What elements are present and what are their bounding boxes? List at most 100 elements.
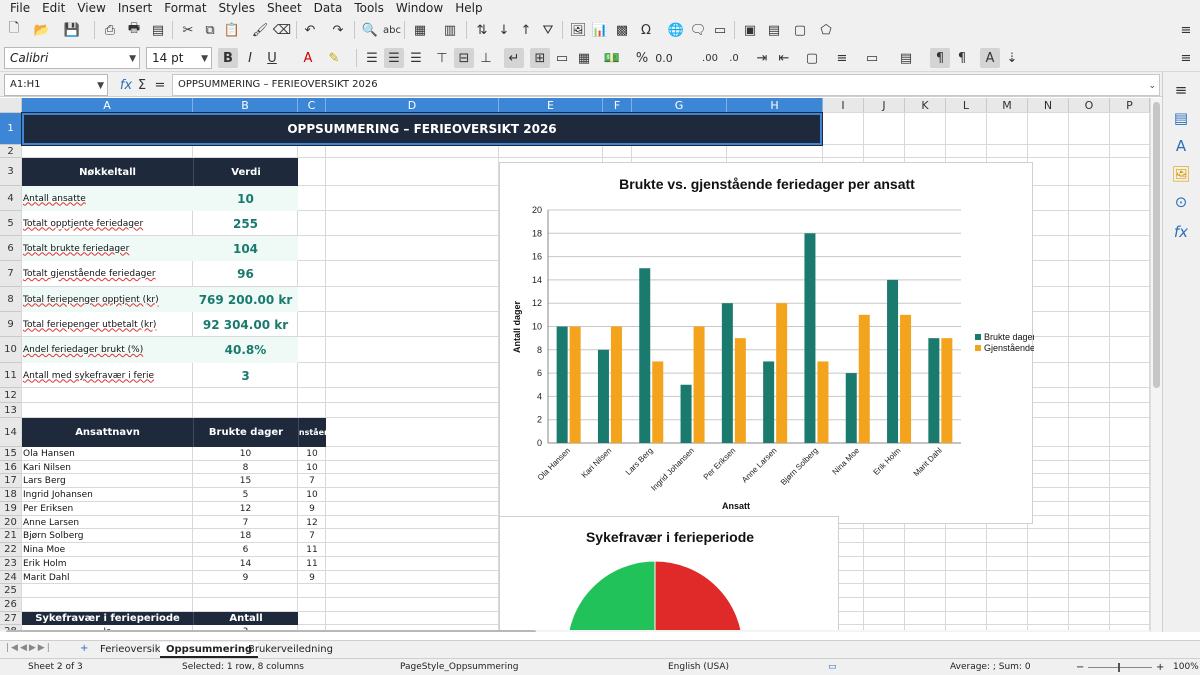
emp-name[interactable]: Per Eriksen [22, 502, 193, 516]
align-left-icon[interactable]: ☰ [362, 48, 382, 68]
zoom-out-icon[interactable]: − [1076, 662, 1084, 673]
new-document-icon[interactable]: 🗋 [4, 20, 24, 40]
column-header-g[interactable]: G [632, 98, 727, 113]
chevron-down-icon[interactable]: ▼ [97, 76, 104, 96]
column-header-j[interactable]: J [864, 98, 905, 113]
menu-item-insert[interactable]: Insert [112, 0, 158, 17]
define-print-area-icon[interactable]: ▣ [740, 20, 760, 40]
freeze-rows-columns-icon[interactable]: ▤ [764, 20, 784, 40]
menu-hamburger-icon[interactable]: ≡ [1176, 20, 1196, 40]
row-header-24[interactable]: 24 [0, 571, 22, 584]
tab-brukerveiledning[interactable]: Brukerveiledning [242, 642, 339, 658]
delete-decimal-icon[interactable]: .0 [724, 48, 744, 68]
spelling-icon[interactable]: abc [382, 20, 402, 40]
font-name-box[interactable]: Calibri ▼ [4, 47, 140, 69]
emp-remaining[interactable]: 7 [298, 474, 326, 488]
hamburger-icon[interactable]: ≡ [1171, 80, 1191, 100]
export-pdf-icon[interactable]: ⎙ [100, 20, 120, 40]
conditional-format-icon[interactable]: ▤ [896, 48, 916, 68]
menu-item-help[interactable]: Help [449, 0, 488, 17]
find-replace-icon[interactable]: 🔍 [360, 20, 380, 40]
row-header-12[interactable]: 12 [0, 388, 22, 403]
row-header-2[interactable]: 2 [0, 145, 22, 158]
align-bottom-icon[interactable]: ⊥ [476, 48, 496, 68]
menu-item-file[interactable]: File [4, 0, 36, 17]
row-header-7[interactable]: 7 [0, 261, 22, 287]
row-header-18[interactable]: 18 [0, 488, 22, 502]
kpi-value[interactable]: 96 [193, 261, 298, 287]
selection-mode-icon[interactable]: ▭ [828, 662, 837, 672]
page-style[interactable]: PageStyle_Oppsummering [400, 662, 519, 672]
column-header-f[interactable]: F [603, 98, 632, 113]
comment-icon[interactable]: 🗨 [688, 20, 708, 40]
gallery-icon[interactable]: 🖼 [1171, 164, 1191, 184]
merge-center-icon[interactable]: ⊞ [530, 48, 550, 68]
kpi-value[interactable]: 92 304.00 kr [193, 312, 298, 337]
font-color-icon[interactable]: A [298, 48, 318, 68]
menu-hamburger-icon[interactable]: ≡ [1176, 48, 1196, 68]
borders-icon[interactable]: ▢ [802, 48, 822, 68]
chevron-down-icon[interactable]: ▼ [201, 49, 208, 69]
kpi-label[interactable]: Antall med sykefravær i ferie [22, 363, 193, 388]
print-preview-icon[interactable]: ▤ [148, 20, 168, 40]
sort-ascending-icon[interactable]: ↓ [494, 20, 514, 40]
chevron-down-icon[interactable]: ▼ [129, 49, 136, 69]
bold-icon[interactable]: B [218, 48, 238, 68]
sick-header-label[interactable]: Sykefravær i ferieperiode [22, 612, 193, 625]
row-header-22[interactable]: 22 [0, 543, 22, 557]
emp-name[interactable]: Erik Holm [22, 557, 193, 571]
column-header-a[interactable]: A [22, 98, 193, 113]
split-window-icon[interactable]: ▢ [790, 20, 810, 40]
number-format-icon[interactable]: 0.0 [654, 48, 674, 68]
row-header-26[interactable]: 26 [0, 598, 22, 612]
save-icon[interactable]: 💾 [62, 20, 82, 40]
menu-item-data[interactable]: Data [308, 0, 349, 17]
column-header-h[interactable]: H [727, 98, 823, 113]
column-header-b[interactable]: B [193, 98, 298, 113]
headers-footers-icon[interactable]: ▭ [710, 20, 730, 40]
row-header-6[interactable]: 6 [0, 236, 22, 261]
font-size-box[interactable]: 14 pt ▼ [146, 47, 212, 69]
row-header-27[interactable]: 27 [0, 612, 22, 625]
cut-icon[interactable]: ✂ [178, 20, 198, 40]
paste-icon[interactable]: 📋 [222, 20, 242, 40]
row-header-15[interactable]: 15 [0, 447, 22, 461]
horizontal-scroll-thumb[interactable] [6, 630, 536, 632]
kpi-label[interactable]: Andel feriedager brukt (%) [22, 337, 193, 363]
emp-used[interactable]: 18 [193, 529, 298, 543]
kpi-label[interactable]: Total feriepenger utbetalt (kr) [22, 312, 193, 337]
column-header-p[interactable]: P [1110, 98, 1150, 113]
text-vertical-icon[interactable]: A [980, 48, 1000, 68]
emp-header-used[interactable]: Brukte dager [193, 418, 298, 447]
unmerge-cells-icon[interactable]: ▦ [574, 48, 594, 68]
italic-icon[interactable]: I [240, 48, 260, 68]
add-sheet-icon[interactable]: + [80, 643, 88, 654]
tab-navigation-arrows[interactable]: |◀◀▶▶| [6, 643, 66, 657]
spreadsheet-grid[interactable]: ABCDEFGHIJKLMNOP 1 2 3 4 5 6 7 8 9 10 11 12 13 14 15 16… [0, 98, 1162, 632]
emp-remaining[interactable]: 7 [298, 529, 326, 543]
column-header-i[interactable]: I [823, 98, 864, 113]
menu-item-window[interactable]: Window [390, 0, 449, 17]
sick-header-count[interactable]: Antall [193, 612, 298, 625]
menu-item-edit[interactable]: Edit [36, 0, 71, 17]
emp-remaining[interactable]: 9 [298, 571, 326, 584]
insert-image-icon[interactable]: 🖼 [568, 20, 588, 40]
emp-name[interactable]: Anne Larsen [22, 516, 193, 529]
add-decimal-icon[interactable]: .00 [700, 48, 720, 68]
left-to-right-icon[interactable]: ¶ [930, 48, 950, 68]
decrease-indent-icon[interactable]: ⇤ [774, 48, 794, 68]
emp-name[interactable]: Lars Berg [22, 474, 193, 488]
align-center-icon[interactable]: ☰ [384, 48, 404, 68]
zoom-level[interactable]: 100% [1173, 662, 1199, 672]
formula-icon[interactable]: = [150, 75, 170, 95]
row-header-19[interactable]: 19 [0, 502, 22, 516]
emp-remaining[interactable]: 11 [298, 543, 326, 557]
kpi-label[interactable]: Totalt brukte feriedager [22, 236, 193, 261]
language[interactable]: English (USA) [668, 662, 729, 672]
column-header-e[interactable]: E [499, 98, 603, 113]
menu-item-styles[interactable]: Styles [213, 0, 261, 17]
row-header-1[interactable]: 1 [0, 113, 22, 145]
increase-indent-icon[interactable]: ⇥ [752, 48, 772, 68]
emp-name[interactable]: Ola Hansen [22, 447, 193, 461]
zoom-in-icon[interactable]: + [1156, 662, 1164, 673]
